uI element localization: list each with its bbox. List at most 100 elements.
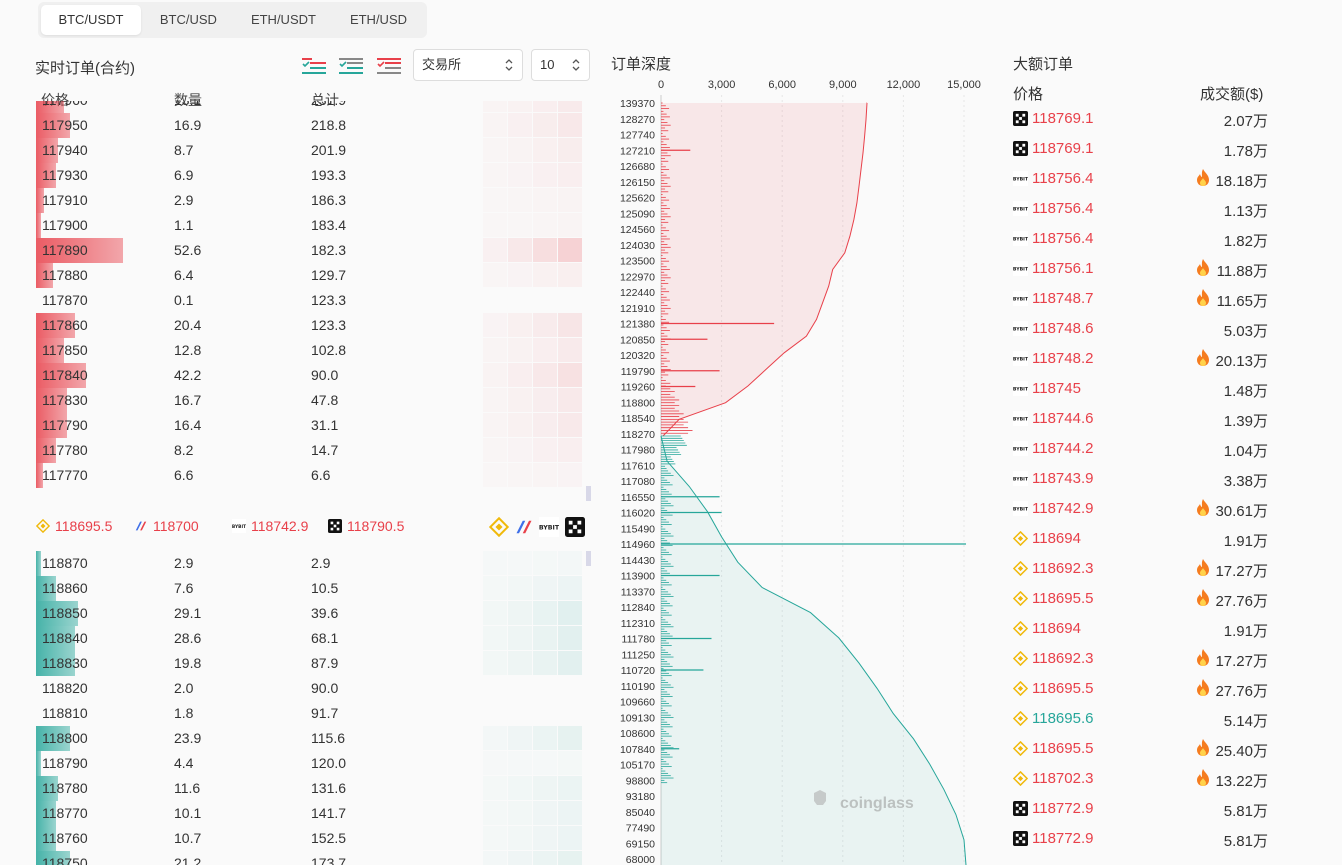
bid-price: 118790 (42, 755, 88, 771)
big-order-row[interactable]: BYBIT 118756.4 1.13万 (1010, 193, 1340, 223)
big-order-row[interactable]: BYBIT 118756.1 11.88万 (1010, 253, 1340, 283)
big-order-row[interactable]: 118772.9 5.81万 (1010, 823, 1340, 853)
ask-price: 117910 (42, 192, 88, 208)
bid-total: 39.6 (311, 605, 339, 621)
big-order-row[interactable]: 118695.5 27.76万 (1010, 673, 1340, 703)
ask-row[interactable]: 117910 2.9 186.3 (36, 188, 596, 213)
bid-qty: 2.0 (174, 680, 194, 696)
bid-row[interactable]: 118820 2.0 90.0 (36, 676, 596, 701)
big-order-row[interactable]: 118694 1.91万 (1010, 613, 1340, 643)
heatmap-cell (508, 188, 532, 212)
big-order-row[interactable]: BYBIT 118742.9 30.61万 (1010, 493, 1340, 523)
big-order-row[interactable]: 118769.1 2.07万 (1010, 103, 1340, 133)
bybit-icon: BYBIT (1013, 351, 1028, 366)
both-sides-view-icon[interactable] (302, 57, 326, 75)
big-order-row[interactable]: BYBIT 118744.6 1.39万 (1010, 403, 1340, 433)
ask-row[interactable]: 117930 6.9 193.3 (36, 163, 596, 188)
big-order-row[interactable]: BYBIT 118748.2 20.13万 (1010, 343, 1340, 373)
fire-icon (1197, 769, 1209, 786)
bid-qty: 19.8 (174, 655, 202, 671)
y-tick-label: 123500 (620, 256, 655, 268)
big-order-row[interactable]: BYBIT 118756.4 1.82万 (1010, 223, 1340, 253)
heatmap-cell (508, 438, 532, 462)
big-order-row[interactable]: BYBIT 118748.6 5.03万 (1010, 313, 1340, 343)
bid-row[interactable]: 118750 21.2 173.7 (36, 851, 596, 865)
heatmap-cell (508, 751, 532, 775)
big-order-row[interactable]: 118695.5 27.76万 (1010, 583, 1340, 613)
ask-price: 117960 (42, 101, 88, 108)
ask-row[interactable]: 117790 16.4 31.1 (36, 413, 596, 438)
tab-btc-usd[interactable]: BTC/USD (143, 5, 234, 35)
big-order-row[interactable]: BYBIT 118756.4 18.18万 (1010, 163, 1340, 193)
ask-row[interactable]: 117780 8.2 14.7 (36, 438, 596, 463)
bid-row[interactable]: 118770 10.1 141.7 (36, 801, 596, 826)
big-order-value: 1.13万 (1223, 203, 1268, 220)
bid-row[interactable]: 118790 4.4 120.0 (36, 751, 596, 776)
bid-row[interactable]: 118830 19.8 87.9 (36, 651, 596, 676)
big-order-price: 118743.9 (1032, 470, 1094, 487)
big-order-row[interactable]: 118692.3 17.27万 (1010, 553, 1340, 583)
bid-total: 68.1 (311, 630, 339, 646)
bid-row[interactable]: 118810 1.8 91.7 (36, 701, 596, 726)
ask-row[interactable]: 117840 42.2 90.0 (36, 363, 596, 388)
binance-icon (1013, 621, 1028, 636)
ask-total: 182.3 (311, 242, 347, 258)
bitmex-icon[interactable] (514, 517, 534, 537)
big-order-row[interactable]: 118692.3 17.27万 (1010, 643, 1340, 673)
y-tick-label: 105170 (620, 760, 655, 772)
big-order-price: 118756.4 (1032, 200, 1094, 217)
big-order-row[interactable]: 118772.9 5.81万 (1010, 793, 1340, 823)
bid-row[interactable]: 118800 23.9 115.6 (36, 726, 596, 751)
big-order-row[interactable]: BYBIT 118744.2 1.04万 (1010, 433, 1340, 463)
ask-qty: 0.1 (174, 292, 194, 308)
big-order-price: 118769.1 (1032, 140, 1094, 157)
big-order-row[interactable]: BYBIT 118745 1.48万 (1010, 373, 1340, 403)
ask-row[interactable]: 117860 20.4 123.3 (36, 313, 596, 338)
bid-row[interactable]: 118870 2.9 2.9 (36, 551, 596, 576)
ask-row[interactable]: 117770 6.6 6.6 (36, 463, 596, 488)
big-order-row[interactable]: 118695.6 5.14万 (1010, 703, 1340, 733)
svg-text:BYBIT: BYBIT (1013, 266, 1028, 272)
okx-icon[interactable] (565, 517, 585, 537)
bid-row[interactable]: 118850 29.1 39.6 (36, 601, 596, 626)
tab-btc-usdt[interactable]: BTC/USDT (41, 5, 141, 35)
bid-row[interactable]: 118860 7.6 10.5 (36, 576, 596, 601)
tab-eth-usd[interactable]: ETH/USD (333, 5, 424, 35)
y-tick-label: 127210 (620, 145, 655, 157)
ask-row[interactable]: 117900 1.1 183.4 (36, 213, 596, 238)
y-tick-label: 109660 (620, 697, 655, 709)
big-order-row[interactable]: 118695.5 25.40万 (1010, 733, 1340, 763)
ask-row[interactable]: 117850 12.8 102.8 (36, 338, 596, 363)
ask-row[interactable]: 117940 8.7 201.9 (36, 138, 596, 163)
asks-scrollbar[interactable] (586, 486, 591, 501)
bids-view-icon[interactable] (339, 57, 363, 75)
fire-icon (1197, 499, 1209, 516)
bybit-icon[interactable]: BYBIT (539, 517, 559, 537)
big-order-row[interactable]: 118694 1.91万 (1010, 523, 1340, 553)
tab-eth-usdt[interactable]: ETH/USDT (234, 5, 333, 35)
ask-row[interactable]: 117950 16.9 218.8 (36, 113, 596, 138)
ask-row[interactable]: 117870 0.1 123.3 (36, 288, 596, 313)
binance-icon[interactable] (489, 517, 509, 537)
heatmap-cell (558, 726, 582, 750)
ask-row[interactable]: 117960 13.1 231.9 (36, 101, 596, 113)
big-order-row[interactable]: BYBIT 118743.9 3.38万 (1010, 463, 1340, 493)
ask-row[interactable]: 117880 6.4 129.7 (36, 263, 596, 288)
exchange-select[interactable]: 交易所 (413, 49, 523, 81)
bid-row[interactable]: 118840 28.6 68.1 (36, 626, 596, 651)
bid-row[interactable]: 118760 10.7 152.5 (36, 826, 596, 851)
big-order-row[interactable]: 118702.3 13.22万 (1010, 763, 1340, 793)
ask-row[interactable]: 117890 52.6 182.3 (36, 238, 596, 263)
bid-row[interactable]: 118780 11.6 131.6 (36, 776, 596, 801)
depth-select[interactable]: 10 (531, 49, 590, 81)
heatmap-cell (533, 751, 557, 775)
ask-row[interactable]: 117830 16.7 47.8 (36, 388, 596, 413)
big-order-row[interactable]: BYBIT 118748.7 11.65万 (1010, 283, 1340, 313)
big-order-row[interactable]: 118769.1 1.78万 (1010, 133, 1340, 163)
bids-scrollbar[interactable] (586, 551, 591, 566)
bybit-icon: BYBIT (1013, 201, 1028, 216)
svg-text:BYBIT: BYBIT (1013, 386, 1028, 392)
heatmap-cell (483, 288, 507, 312)
asks-view-icon[interactable] (377, 57, 401, 75)
heatmap-cell (483, 263, 507, 287)
